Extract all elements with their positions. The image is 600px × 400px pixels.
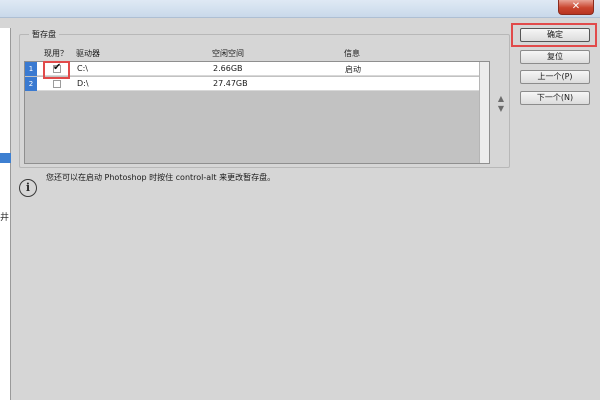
row-number: 1 [25,62,37,76]
close-icon: ✕ [571,1,581,12]
table-row[interactable]: 1 C:\ 2.66GB 启动 [25,62,479,76]
column-header-drive: 驱动器 [76,49,100,58]
column-header-active: 现用？ [44,49,68,58]
free-space-cell: 2.66GB [213,64,243,73]
move-up-icon[interactable]: ▲ [497,94,505,104]
drive-cell: C:\ [77,64,88,73]
checkbox-highlight-annotation [43,61,70,79]
reorder-arrows[interactable]: ▲ ▼ [497,94,505,114]
category-list-selected-item[interactable] [0,153,11,163]
info-cell: 启动 [345,65,361,74]
ok-button-highlight-annotation [511,23,597,47]
category-list-partial-label: 井 [0,213,10,223]
category-list[interactable]: 井 [0,28,11,400]
table-row[interactable]: 2 D:\ 27.47GB [25,77,479,91]
reset-button[interactable]: 复位 [520,50,590,64]
info-icon: i [19,179,37,197]
drive-cell: D:\ [77,79,89,88]
column-header-free-space: 空闲空间 [212,49,244,58]
move-down-icon[interactable]: ▼ [497,104,505,114]
info-text: 您还可以在启动 Photoshop 时按住 control-alt 来更改暂存盘… [46,173,276,182]
table-scrollbar[interactable] [479,62,489,163]
free-space-cell: 27.47GB [213,79,248,88]
row-number: 2 [25,77,37,91]
scratch-disks-table[interactable]: 1 C:\ 2.66GB 启动 2 D:\ 27.47GB [24,61,490,164]
active-checkbox[interactable] [53,80,61,88]
previous-button[interactable]: 上一个(P) [520,70,590,84]
window-close-button[interactable]: ✕ [558,0,594,15]
scratch-disks-title: 暂存盘 [29,29,59,40]
next-button[interactable]: 下一个(N) [520,91,590,105]
window-titlebar: ✕ [0,0,600,18]
column-header-info: 信息 [344,49,360,58]
scratch-disks-table-header: 现用？ 驱动器 空闲空间 信息 [24,46,489,60]
